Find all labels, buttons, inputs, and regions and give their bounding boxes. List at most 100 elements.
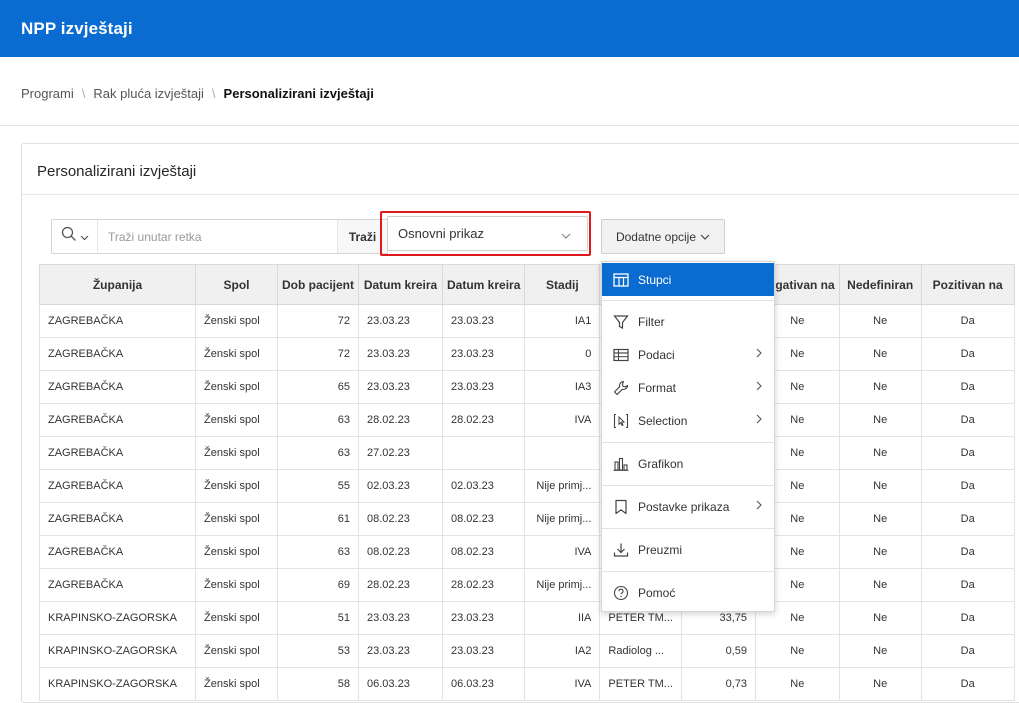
menu-item-preuzmi[interactable]: Preuzmi: [602, 533, 774, 566]
table-cell: 72: [276, 337, 360, 371]
menu-item-pomo-[interactable]: Pomoć: [602, 576, 774, 609]
menu-separator: [602, 485, 774, 486]
menu-separator: [602, 442, 774, 443]
table-cell: 28.02.23: [442, 568, 526, 602]
table-row: ZAGREBAČKA Ženski spol 61 08.02.23 08.02.23 N…: [39, 502, 1015, 536]
wrench-icon: [612, 379, 630, 397]
breadcrumb-current: Personalizirani izvještaji: [223, 86, 374, 101]
table-cell: ZAGREBAČKA: [39, 436, 196, 470]
chevron-down-icon: [80, 228, 89, 246]
table-row: ZAGREBAČKA Ženski spol 63 28.02.23 28.02.23 I…: [39, 403, 1015, 437]
table-cell: 0: [524, 337, 601, 371]
help-icon: [612, 584, 630, 602]
chevron-right-icon: [756, 413, 762, 427]
breadcrumb-item-programi[interactable]: Programi: [21, 86, 74, 101]
menu-separator: [602, 528, 774, 529]
menu-item-label: Postavke prikaza: [638, 499, 730, 514]
table-cell: 28.02.23: [358, 403, 444, 437]
table-cell: ZAGREBAČKA: [39, 304, 196, 338]
menu-item-label: Preuzmi: [638, 542, 683, 557]
table-cell: KRAPINSKO-ZAGORSKA: [39, 634, 196, 668]
table-cell: 02.03.23: [442, 469, 526, 503]
table-cell: ZAGREBAČKA: [39, 535, 196, 569]
table-cell: 72: [276, 304, 360, 338]
filter-icon: [612, 313, 630, 331]
menu-item-label: Stupci: [638, 272, 672, 287]
app-title[interactable]: NPP izvještaji: [21, 19, 133, 39]
breadcrumb-separator: \: [211, 86, 216, 101]
column-header-nedefiniran[interactable]: Nedefiniran: [838, 264, 922, 305]
table-cell: Da: [920, 568, 1015, 602]
table-cell: Ne: [838, 469, 922, 503]
table-row: ZAGREBAČKA Ženski spol 63 27.02.23 Ne Ne Da: [39, 436, 1015, 470]
column-header-datum-2[interactable]: Datum kreira: [442, 264, 526, 305]
table-cell: 65: [276, 370, 360, 404]
table-cell: Ne: [838, 502, 922, 536]
chevron-right-icon: [756, 380, 762, 394]
breadcrumb: Programi \ Rak pluća izvještaji \ Person…: [21, 86, 374, 101]
column-header-dob[interactable]: Dob pacijent: [276, 264, 360, 305]
table-cell: Ne: [838, 304, 922, 338]
column-header-zupanija[interactable]: Županija: [39, 264, 196, 305]
menu-item-label: Format: [638, 380, 677, 395]
menu-item-selection[interactable]: Selection: [602, 404, 774, 437]
chevron-down-icon: [561, 228, 571, 243]
menu-item-filter[interactable]: Filter: [602, 305, 774, 338]
saved-report-value: Osnovni prikaz: [398, 226, 484, 241]
table-cell: Ženski spol: [195, 403, 278, 437]
column-header-stadij[interactable]: Stadij: [524, 264, 601, 305]
table-cell: 23.03.23: [442, 370, 526, 404]
table-cell: Da: [920, 304, 1015, 338]
column-header-pozitivan[interactable]: Pozitivan na: [920, 264, 1015, 305]
table-cell: Ne: [838, 601, 922, 635]
table-cell: ZAGREBAČKA: [39, 469, 196, 503]
table-cell: Da: [920, 535, 1015, 569]
table-cell: Da: [920, 337, 1015, 371]
table-cell: 63: [276, 535, 360, 569]
column-header-datum-1[interactable]: Datum kreira: [358, 264, 444, 305]
menu-item-stupci[interactable]: Stupci: [602, 263, 774, 296]
table-cell: Ne: [838, 403, 922, 437]
table-cell: Ženski spol: [195, 304, 278, 338]
menu-item-postavke-prikaza[interactable]: Postavke prikaza: [602, 490, 774, 523]
breadcrumb-separator: \: [81, 86, 86, 101]
menu-item-label: Selection: [638, 413, 688, 428]
table-cell: IIA: [524, 601, 601, 635]
search-column-trigger[interactable]: [52, 220, 98, 253]
table-row: ZAGREBAČKA Ženski spol 63 08.02.23 08.02.23 I…: [39, 535, 1015, 569]
table-row: ZAGREBAČKA Ženski spol 72 23.03.23 23.03.23 0…: [39, 337, 1015, 371]
column-header-spol[interactable]: Spol: [195, 264, 278, 305]
menu-separator: [602, 571, 774, 572]
actions-menu-button[interactable]: Dodatne opcije: [601, 219, 725, 254]
table-cell: [442, 436, 526, 470]
menu-separator: [602, 300, 774, 301]
region-title: Personalizirani izvještaji: [37, 163, 197, 180]
table-cell: 23.03.23: [442, 304, 526, 338]
menu-item-label: Filter: [638, 314, 665, 329]
table-icon: [612, 346, 630, 364]
search-go-button[interactable]: Traži: [337, 220, 387, 253]
menu-item-podaci[interactable]: Podaci: [602, 338, 774, 371]
table-cell: 23.03.23: [358, 634, 444, 668]
table-cell: Radiolog ...: [599, 634, 682, 668]
menu-item-grafikon[interactable]: Grafikon: [602, 447, 774, 480]
table-cell: Ženski spol: [195, 601, 278, 635]
table-cell: Ne: [838, 370, 922, 404]
table-row: ZAGREBAČKA Ženski spol 55 02.03.23 02.03.23 N…: [39, 469, 1015, 503]
menu-item-format[interactable]: Format: [602, 371, 774, 404]
table-cell: 23.03.23: [358, 337, 444, 371]
menu-item-label: Pomoć: [638, 585, 676, 600]
breadcrumb-item-rak-pluca[interactable]: Rak pluća izvještaji: [93, 86, 204, 101]
table-cell: KRAPINSKO-ZAGORSKA: [39, 601, 196, 635]
table-cell: 23.03.23: [358, 370, 444, 404]
table-cell: Da: [920, 634, 1015, 668]
table-cell: 27.02.23: [358, 436, 444, 470]
table-cell: ZAGREBAČKA: [39, 403, 196, 437]
table-cell: Nije primj...: [524, 568, 601, 602]
saved-report-select[interactable]: Osnovni prikaz: [387, 216, 588, 251]
table-cell: IA3: [524, 370, 601, 404]
table-cell: ZAGREBAČKA: [39, 370, 196, 404]
table-cell: Ženski spol: [195, 337, 278, 371]
search-input[interactable]: [98, 220, 337, 253]
table-cell: ZAGREBAČKA: [39, 568, 196, 602]
